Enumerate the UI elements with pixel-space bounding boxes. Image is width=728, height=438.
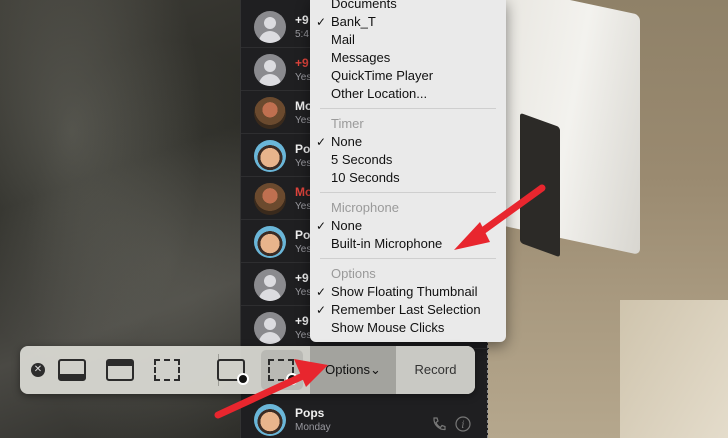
menu-item-save-location[interactable]: QuickTime Player: [310, 67, 506, 85]
close-icon[interactable]: ✕: [31, 363, 45, 377]
conversation-name: +9: [295, 13, 309, 27]
menu-item-save-location[interactable]: Other Location...: [310, 85, 506, 103]
record-entire-screen-icon[interactable]: [217, 359, 249, 385]
menu-item-timer[interactable]: ✓ None: [310, 133, 506, 151]
menu-item-microphone[interactable]: ✓ None: [310, 217, 506, 235]
avatar: [254, 11, 286, 43]
menu-item-built-in-microphone[interactable]: Built-in Microphone: [310, 235, 506, 253]
background-wall: [620, 300, 728, 438]
menu-item-timer[interactable]: 10 Seconds: [310, 169, 506, 187]
capture-selection-icon[interactable]: [154, 359, 180, 381]
menu-item-save-location[interactable]: Messages: [310, 49, 506, 67]
conversation-name: +9: [295, 314, 309, 328]
menu-separator: [320, 108, 496, 109]
menu-separator: [320, 192, 496, 193]
conversation-name: +9: [295, 56, 309, 70]
checkmark-icon: ✓: [316, 15, 327, 29]
checkmark-icon: ✓: [316, 303, 327, 317]
avatar: [254, 97, 286, 129]
conversation-time: Yes: [295, 115, 312, 126]
info-icon[interactable]: i: [455, 416, 471, 432]
record-selection-icon[interactable]: [268, 359, 298, 385]
avatar: [254, 226, 286, 258]
avatar: [254, 140, 286, 172]
menu-item-option[interactable]: ✓ Show Floating Thumbnail: [310, 283, 506, 301]
menu-item-save-location[interactable]: Documents: [310, 0, 506, 13]
avatar: [254, 54, 286, 86]
svg-text:i: i: [461, 420, 464, 431]
conversation-time: Yes: [295, 287, 312, 298]
menu-header-options: Options: [331, 266, 376, 281]
menu-item-timer[interactable]: 5 Seconds: [310, 151, 506, 169]
menu-item-save-location[interactable]: Mail: [310, 31, 506, 49]
capture-entire-screen-icon[interactable]: [58, 359, 86, 381]
checkmark-icon: ✓: [316, 135, 327, 149]
conversation-time: Yes: [295, 201, 312, 212]
menu-item-save-location[interactable]: ✓ Bank_T: [310, 13, 506, 31]
conversation-row[interactable]: Pops Monday i: [241, 398, 489, 438]
record-button[interactable]: Record: [396, 346, 475, 394]
menu-header-microphone: Microphone: [331, 200, 399, 215]
conversation-time: Monday: [295, 422, 331, 433]
menu-header-timer: Timer: [331, 116, 364, 131]
menu-item-option[interactable]: ✓ Remember Last Selection: [310, 301, 506, 319]
conversation-time: Yes: [295, 158, 312, 169]
conversation-name: Po: [295, 142, 311, 156]
conversation-name: +9: [295, 271, 309, 285]
screenshot-toolbar: ✕ Options⌄ Record: [20, 346, 475, 394]
avatar: [254, 269, 286, 301]
avatar: [254, 404, 286, 436]
chevron-down-icon: ⌄: [369, 362, 381, 377]
conversation-name: Pops: [295, 406, 325, 420]
menu-separator: [320, 258, 496, 259]
conversation-time: Yes: [295, 72, 312, 83]
checkmark-icon: ✓: [316, 285, 327, 299]
phone-icon[interactable]: [431, 416, 447, 432]
avatar: [254, 183, 286, 215]
conversation-time: Yes: [295, 244, 312, 255]
screenshot-options-menu: Documents ✓ Bank_T Mail Messages QuickTim…: [310, 0, 506, 342]
options-button[interactable]: Options⌄: [310, 346, 396, 394]
background-air-conditioner-vent: [520, 112, 560, 258]
menu-item-option[interactable]: Show Mouse Clicks: [310, 319, 506, 337]
checkmark-icon: ✓: [316, 219, 327, 233]
conversation-time: 5:4: [295, 29, 309, 40]
capture-window-icon[interactable]: [106, 359, 134, 381]
avatar: [254, 312, 286, 344]
